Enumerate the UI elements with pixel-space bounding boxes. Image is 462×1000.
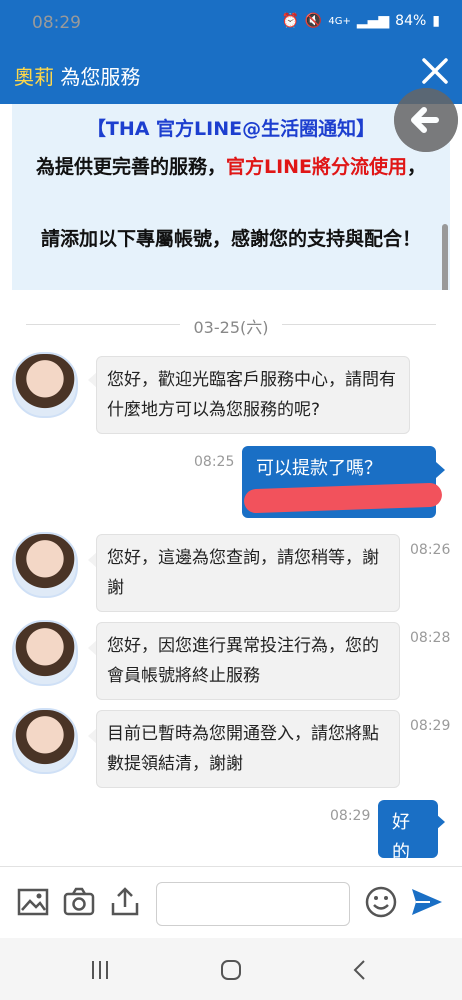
- composer-toolbar: [0, 866, 462, 939]
- network-text: 4G+: [328, 15, 351, 27]
- announcement-panel: 【THA 官方LINE@生活圈通知】 為提供更完善的服務，官方LINE將分流使用…: [12, 104, 450, 290]
- status-bar: 08:29 ⏰ 🔇 4G+ ▂▄▆ 84% ▮: [0, 0, 462, 44]
- message-time: 08:28: [410, 630, 451, 646]
- announcement-title: 【THA 官方LINE@生活圈通知】: [86, 118, 376, 140]
- bubble-tail-out: [436, 814, 445, 830]
- recent-apps-icon[interactable]: [88, 958, 112, 982]
- battery-text: 84%: [395, 13, 427, 29]
- mute-icon: 🔇: [304, 13, 323, 29]
- incoming-message: 您好，因您進行異常投注行為，您的會員帳號將終止服務: [96, 622, 400, 700]
- header-suffix: 為您服務: [54, 65, 141, 89]
- agent-avatar: [12, 532, 78, 598]
- message-time: 08:26: [410, 542, 451, 558]
- announcement-line: 為提供更完善的服務，官方LINE將分流使用，: [26, 149, 436, 185]
- home-icon[interactable]: [219, 958, 243, 982]
- date-separator: 03-25(六): [193, 318, 269, 337]
- bubble-tail-out: [436, 462, 445, 478]
- emoji-icon[interactable]: [364, 885, 398, 919]
- upload-icon[interactable]: [108, 885, 142, 919]
- message-time: 08:29: [330, 808, 371, 824]
- announcement-highlight: 官方LINE將分流使用: [225, 156, 408, 178]
- status-icons: ⏰ 🔇 4G+ ▂▄▆ 84% ▮: [281, 13, 440, 29]
- announcement-text: 為提供更完善的服務，: [35, 156, 226, 178]
- arrow-left-icon[interactable]: [394, 88, 458, 152]
- scrollbar[interactable]: [442, 224, 448, 290]
- message-input[interactable]: [156, 882, 350, 926]
- chat-header: 奧莉 為您服務: [0, 44, 462, 104]
- incoming-message: 目前已暫時為您開通登入，請您將點數提領結清，謝謝: [96, 710, 400, 788]
- system-nav-bar: [0, 938, 462, 1000]
- status-time: 08:29: [32, 13, 81, 33]
- incoming-message: 您好，歡迎光臨客戶服務中心，請問有什麼地方可以為您服務的呢?: [96, 356, 410, 434]
- outgoing-message: 好的: [378, 800, 438, 863]
- back-nav-icon[interactable]: [348, 958, 372, 982]
- agent-avatar: [12, 620, 78, 686]
- signal-icon: ▂▄▆: [356, 13, 390, 29]
- camera-icon[interactable]: [62, 885, 96, 919]
- agent-name: 奧莉: [14, 65, 54, 89]
- send-icon[interactable]: [410, 885, 444, 919]
- battery-icon: ▮: [432, 13, 440, 29]
- message-time: 08:25: [194, 454, 235, 470]
- message-time: 08:29: [410, 718, 451, 734]
- agent-avatar: [12, 352, 78, 418]
- announcement-line-2: 請添加以下專屬帳號，感謝您的支持與配合！: [40, 228, 421, 250]
- agent-avatar: [12, 708, 78, 774]
- image-icon[interactable]: [16, 885, 50, 919]
- announcement-punctuation: ，: [407, 156, 427, 178]
- header-title: 奧莉 為您服務: [14, 61, 140, 90]
- alarm-icon: ⏰: [281, 13, 299, 29]
- incoming-message: 您好，這邊為您查詢，請您稍等，謝謝: [96, 534, 400, 612]
- close-icon[interactable]: [420, 56, 450, 86]
